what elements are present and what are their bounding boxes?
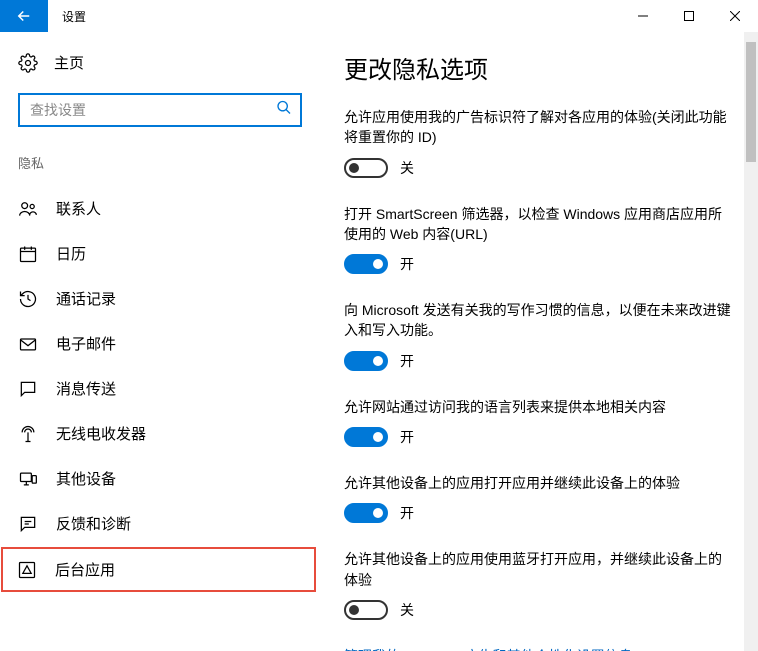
nav-label: 后台应用	[55, 559, 300, 580]
sidebar-item-messaging[interactable]: 消息传送	[0, 366, 320, 411]
sidebar-item-backgroundapps[interactable]: 后台应用	[1, 547, 316, 592]
main-content: 更改隐私选项 允许应用使用我的广告标识符了解对各应用的体验(关闭此功能将重置你的…	[320, 32, 758, 651]
maximize-button[interactable]	[666, 0, 712, 32]
sidebar: 主页 隐私 联系人 日历 通话记录	[0, 32, 320, 651]
nav-label: 通话记录	[56, 288, 302, 309]
toggle-state: 开	[400, 427, 414, 447]
toggle-advertising-id[interactable]	[344, 158, 388, 178]
setting-typing: 向 Microsoft 发送有关我的写作习惯的信息，以便在未来改进键入和写入功能…	[344, 300, 734, 371]
close-button[interactable]	[712, 0, 758, 32]
setting-bluetooth-experiences: 允许其他设备上的应用使用蓝牙打开应用，并继续此设备上的体验 关	[344, 549, 734, 620]
setting-desc: 允许其他设备上的应用使用蓝牙打开应用，并继续此设备上的体验	[344, 549, 734, 590]
setting-desc: 允许其他设备上的应用打开应用并继续此设备上的体验	[344, 473, 734, 493]
sidebar-item-calendar[interactable]: 日历	[0, 231, 320, 276]
toggle-state: 开	[400, 503, 414, 523]
sidebar-item-otherdevices[interactable]: 其他设备	[0, 456, 320, 501]
toggle-bluetooth-experiences[interactable]	[344, 600, 388, 620]
toggle-state: 关	[400, 600, 414, 620]
section-header: 隐私	[0, 147, 320, 186]
search-icon	[276, 100, 292, 121]
minimize-button[interactable]	[620, 0, 666, 32]
sidebar-item-email[interactable]: 电子邮件	[0, 321, 320, 366]
setting-language-list: 允许网站通过访问我的语言列表来提供本地相关内容 开	[344, 397, 734, 447]
nav-list: 联系人 日历 通话记录 电子邮件 消息传送 无线电收发器	[0, 186, 320, 651]
setting-desc: 打开 SmartScreen 筛选器，以检查 Windows 应用商店应用所使用…	[344, 204, 734, 245]
toggle-state: 开	[400, 351, 414, 371]
home-button[interactable]: 主页	[0, 52, 320, 93]
nav-label: 反馈和诊断	[56, 513, 302, 534]
setting-continue-experiences: 允许其他设备上的应用打开应用并继续此设备上的体验 开	[344, 473, 734, 523]
toggle-state: 关	[400, 158, 414, 178]
arrow-left-icon	[15, 7, 33, 25]
home-label: 主页	[54, 52, 84, 73]
contacts-icon	[18, 199, 38, 219]
back-button[interactable]	[0, 0, 48, 32]
nav-label: 日历	[56, 243, 302, 264]
page-title: 更改隐私选项	[344, 50, 734, 85]
toggle-continue-experiences[interactable]	[344, 503, 388, 523]
link-manage-ads[interactable]: 管理我的 Microsoft 广告和其他个性化设置信息	[344, 646, 734, 651]
sidebar-item-contacts[interactable]: 联系人	[0, 186, 320, 231]
toggle-typing[interactable]	[344, 351, 388, 371]
setting-smartscreen: 打开 SmartScreen 筛选器，以检查 Windows 应用商店应用所使用…	[344, 204, 734, 275]
window-title: 设置	[62, 8, 620, 25]
window-controls	[620, 0, 758, 32]
message-icon	[18, 379, 38, 399]
radio-icon	[18, 424, 38, 444]
apps-icon	[17, 560, 37, 580]
titlebar: 设置	[0, 0, 758, 32]
feedback-icon	[18, 514, 38, 534]
setting-desc: 允许应用使用我的广告标识符了解对各应用的体验(关闭此功能将重置你的 ID)	[344, 107, 734, 148]
nav-label: 其他设备	[56, 468, 302, 489]
search-input[interactable]	[20, 95, 300, 125]
sidebar-item-callhistory[interactable]: 通话记录	[0, 276, 320, 321]
nav-label: 电子邮件	[56, 333, 302, 354]
toggle-smartscreen[interactable]	[344, 254, 388, 274]
history-icon	[18, 289, 38, 309]
setting-advertising-id: 允许应用使用我的广告标识符了解对各应用的体验(关闭此功能将重置你的 ID) 关	[344, 107, 734, 178]
gear-icon	[18, 53, 38, 73]
devices-icon	[18, 469, 38, 489]
nav-label: 联系人	[56, 198, 302, 219]
toggle-state: 开	[400, 254, 414, 274]
toggle-language-list[interactable]	[344, 427, 388, 447]
setting-desc: 向 Microsoft 发送有关我的写作习惯的信息，以便在未来改进键入和写入功能…	[344, 300, 734, 341]
sidebar-item-feedback[interactable]: 反馈和诊断	[0, 501, 320, 546]
scrollbar-thumb[interactable]	[746, 42, 756, 162]
nav-label: 无线电收发器	[56, 423, 302, 444]
nav-label: 消息传送	[56, 378, 302, 399]
search-box[interactable]	[18, 93, 302, 127]
setting-desc: 允许网站通过访问我的语言列表来提供本地相关内容	[344, 397, 734, 417]
sidebar-item-radios[interactable]: 无线电收发器	[0, 411, 320, 456]
email-icon	[18, 334, 38, 354]
calendar-icon	[18, 244, 38, 264]
scrollbar[interactable]	[744, 32, 758, 651]
